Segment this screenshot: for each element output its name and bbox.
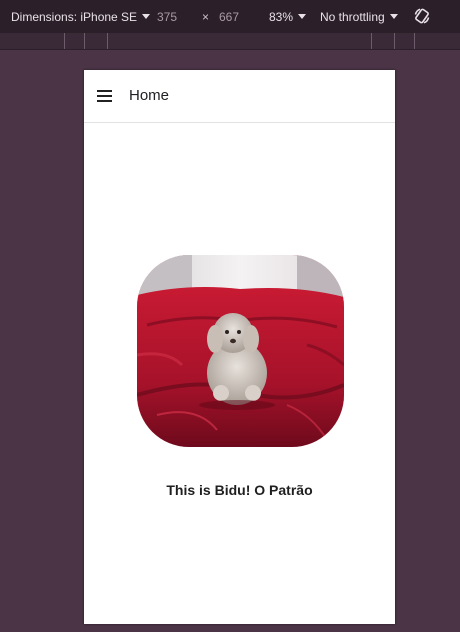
dog-on-couch-image — [137, 255, 344, 447]
width-input[interactable]: 375 — [157, 0, 177, 33]
ruler-tick — [64, 33, 65, 49]
chevron-down-icon — [142, 14, 151, 19]
dimensions-dropdown[interactable]: Dimensions: iPhone SE — [11, 0, 151, 33]
app-bar: Home — [84, 70, 395, 123]
ruler-tick — [414, 33, 415, 49]
media-query-ruler — [0, 33, 460, 50]
ruler-tick — [394, 33, 395, 49]
times-symbol: × — [202, 9, 210, 24]
device-viewport: Home This is Bidu! O Patrão — [84, 70, 395, 624]
dog-photo — [137, 255, 344, 447]
ruler-tick — [107, 33, 108, 49]
height-input[interactable]: 667 — [219, 0, 239, 33]
throttling-value: No throttling — [320, 9, 385, 24]
height-value: 667 — [219, 9, 240, 24]
width-value: 375 — [157, 9, 178, 24]
times-separator: × — [202, 0, 209, 33]
photo-caption: This is Bidu! O Patrão — [166, 482, 313, 498]
ruler-tick — [371, 33, 372, 49]
chevron-down-icon — [298, 14, 307, 19]
zoom-value: 83% — [269, 9, 294, 24]
zoom-dropdown[interactable]: 83% — [269, 0, 307, 33]
device-toolbar: Dimensions: iPhone SE 375 × 667 83% No t… — [0, 0, 460, 33]
ruler-tick — [84, 33, 85, 49]
chevron-down-icon — [389, 14, 398, 19]
rotate-icon[interactable] — [413, 7, 431, 25]
dimensions-label: Dimensions: iPhone SE — [11, 9, 138, 24]
page-title: Home — [129, 87, 170, 104]
hamburger-menu-icon[interactable] — [97, 90, 112, 102]
throttling-dropdown[interactable]: No throttling — [320, 0, 398, 33]
